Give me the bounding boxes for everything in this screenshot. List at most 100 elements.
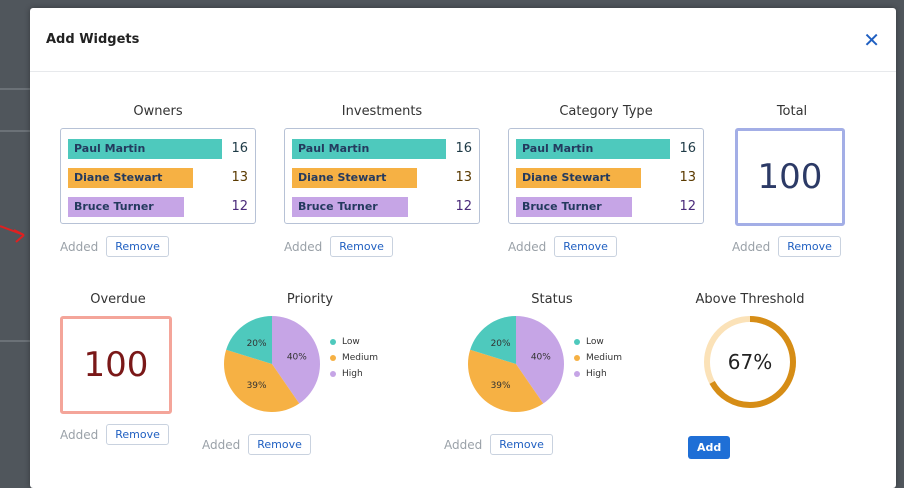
added-label: Added: [60, 239, 99, 254]
widget-status-row: Added Remove: [732, 236, 841, 257]
pie-label-low: 20%: [491, 339, 511, 349]
ranking-row: Bruce Turner 12: [68, 197, 248, 217]
legend-item-medium: Medium: [574, 353, 622, 363]
remove-total-button[interactable]: Remove: [778, 236, 841, 257]
ranking-card: Paul Martin 16 Diane Stewart 13 Bruce Turner…: [60, 128, 256, 224]
added-label: Added: [444, 437, 483, 452]
legend-item-low: Low: [574, 337, 604, 347]
widget-title: Overdue: [90, 292, 146, 307]
legend-dot: [330, 355, 336, 361]
widget-title: Owners: [133, 104, 183, 119]
pie-label-medium: 39%: [491, 381, 511, 391]
ranking-row: Paul Martin 16: [292, 139, 472, 159]
ranking-name: Diane Stewart: [298, 171, 387, 184]
legend-label: Medium: [586, 353, 622, 363]
ranking-row: Bruce Turner 12: [292, 197, 472, 217]
pie-label-low: 20%: [247, 339, 267, 349]
remove-investments-button[interactable]: Remove: [330, 236, 393, 257]
pie-label-medium: 39%: [247, 381, 267, 391]
added-label: Added: [60, 427, 99, 442]
ranking-name: Paul Martin: [522, 142, 594, 155]
ranking-card: Paul Martin 16 Diane Stewart 13 Bruce Turner…: [508, 128, 704, 224]
ranking-name: Paul Martin: [74, 142, 146, 155]
legend-dot: [574, 339, 580, 345]
legend-label: High: [586, 369, 607, 379]
legend-dot: [574, 371, 580, 377]
overdue-widget[interactable]: Overdue 100 Added Remove: [60, 290, 180, 450]
ranking-name: Paul Martin: [298, 142, 370, 155]
backdrop-divider: [0, 130, 30, 132]
investments-widget[interactable]: Investments Paul Martin 16 Diane Stewart 13 B…: [284, 102, 480, 262]
widget-status-row: Added Remove: [202, 434, 311, 455]
ranking-value: 16: [455, 141, 472, 156]
ranking-value: 13: [679, 170, 696, 185]
category-type-widget[interactable]: Category Type Paul Martin 16 Diane Stewart 1…: [508, 102, 704, 262]
widget-title: Total: [776, 104, 808, 119]
red-arrow-icon: [0, 225, 25, 243]
widget-title: Status: [531, 292, 573, 307]
widget-title: Priority: [286, 292, 334, 307]
widget-status-row: Added Remove: [508, 236, 617, 257]
ranking-row: Bruce Turner 12: [516, 197, 696, 217]
ranking-value: 16: [231, 141, 248, 156]
threshold-value: 67%: [727, 350, 773, 374]
remove-owners-button[interactable]: Remove: [106, 236, 169, 257]
remove-category-type-button[interactable]: Remove: [554, 236, 617, 257]
remove-overdue-button[interactable]: Remove: [106, 424, 169, 445]
close-icon[interactable]: ✕: [863, 30, 880, 50]
legend-item-high: High: [574, 369, 607, 379]
widget-title: Investments: [341, 104, 423, 119]
priority-widget[interactable]: Priority 40% 39% 20% Low Medium High Added…: [202, 290, 402, 455]
legend-label: Low: [342, 337, 360, 347]
owners-widget[interactable]: Owners Paul Martin 16 Diane Stewart 13 Bruce …: [60, 102, 256, 262]
pie-label-high: 40%: [531, 352, 551, 362]
added-label: Added: [284, 239, 323, 254]
legend-label: Low: [586, 337, 604, 347]
widget-status-row: Added Remove: [284, 236, 393, 257]
widget-title: Category Type: [559, 104, 653, 119]
modal-header: Add Widgets ✕: [30, 8, 896, 72]
ranking-name: Bruce Turner: [522, 200, 602, 213]
pie-label-high: 40%: [287, 352, 307, 362]
ranking-card: Paul Martin 16 Diane Stewart 13 Bruce Turner…: [284, 128, 480, 224]
ranking-value: 12: [679, 199, 696, 214]
added-label: Added: [732, 239, 771, 254]
ranking-row: Diane Stewart 13: [292, 168, 472, 188]
ranking-name: Diane Stewart: [522, 171, 611, 184]
ranking-row: Paul Martin 16: [68, 139, 248, 159]
remove-status-button[interactable]: Remove: [490, 434, 553, 455]
added-label: Added: [508, 239, 547, 254]
ranking-value: 12: [455, 199, 472, 214]
legend-dot: [330, 339, 336, 345]
ranking-value: 13: [231, 170, 248, 185]
legend-dot: [330, 371, 336, 377]
ranking-name: Bruce Turner: [74, 200, 154, 213]
ranking-row: Diane Stewart 13: [68, 168, 248, 188]
total-value: 100: [757, 157, 823, 197]
legend-label: Medium: [342, 353, 378, 363]
total-kpi-box: 100: [735, 128, 845, 226]
legend-item-high: High: [330, 369, 363, 379]
legend-item-medium: Medium: [330, 353, 378, 363]
legend-item-low: Low: [330, 337, 360, 347]
add-above-threshold-button[interactable]: Add: [688, 436, 731, 459]
total-widget[interactable]: Total 100 Added Remove: [732, 102, 852, 262]
added-label: Added: [202, 437, 241, 452]
modal-title: Add Widgets: [46, 32, 140, 47]
above-threshold-widget[interactable]: Above Threshold 67% Add: [680, 290, 820, 460]
backdrop-divider: [0, 88, 30, 90]
widget-status-row: Added Remove: [60, 236, 169, 257]
widget-status-row: Added Remove: [444, 434, 553, 455]
widget-title: Above Threshold: [695, 292, 805, 307]
backdrop-divider: [0, 340, 30, 342]
ranking-value: 12: [231, 199, 248, 214]
overdue-value: 100: [83, 345, 149, 385]
ranking-value: 16: [679, 141, 696, 156]
legend-label: High: [342, 369, 363, 379]
overdue-kpi-box: 100: [60, 316, 172, 414]
remove-priority-button[interactable]: Remove: [248, 434, 311, 455]
ranking-row: Diane Stewart 13: [516, 168, 696, 188]
status-widget[interactable]: Status 40% 39% 20% Low Medium High Added R…: [444, 290, 644, 455]
ranking-value: 13: [455, 170, 472, 185]
legend-dot: [574, 355, 580, 361]
